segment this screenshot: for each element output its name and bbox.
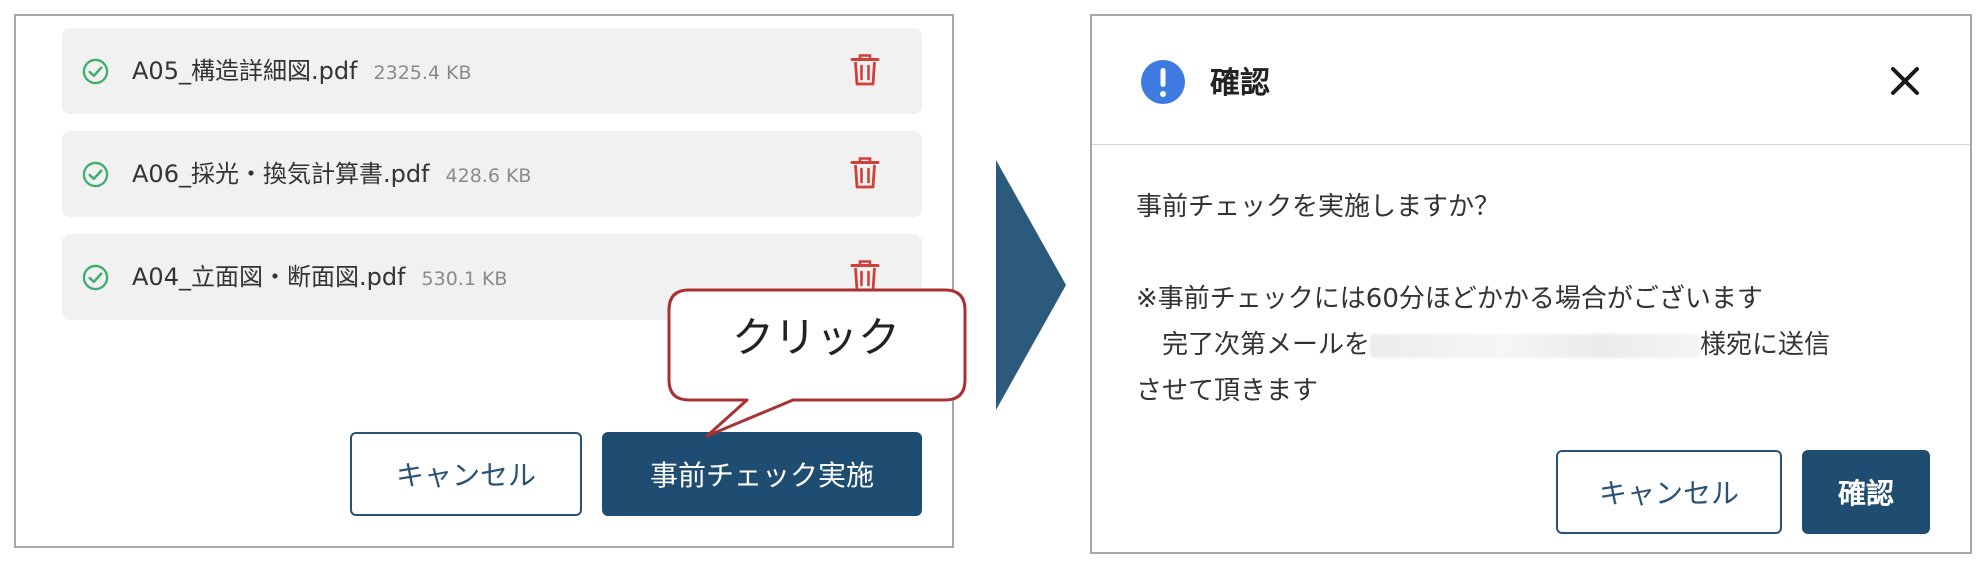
flow-arrow-icon [996,160,1066,410]
dialog-title: 確認 [1210,66,1270,101]
upload-panel: A05_構造詳細図.pdf 2325.4 KB A06_採光・換気計算書.pdf 4… [14,14,954,548]
file-name: A04_立面図・断面図.pdf [132,263,406,291]
check-circle-icon [82,264,109,291]
message-line: 事前チェックを実施しますか？ [1136,192,1501,222]
dialog-confirm-button[interactable]: 確認 [1802,450,1930,534]
message-line: 完了次第メールを 様宛に送信 [1136,330,1831,360]
file-size: 2325.4 KB [373,62,472,84]
cancel-button[interactable]: キャンセル [350,432,582,516]
dialog-cancel-button[interactable]: キャンセル [1556,450,1782,534]
dialog-message: 事前チェックを実施しますか？ ※事前チェックには60分ほどかかる場合がございます… [1136,184,1936,414]
file-size: 428.6 KB [445,165,532,187]
check-circle-icon [82,58,109,85]
trash-icon[interactable] [850,156,880,190]
check-circle-icon [82,161,109,188]
message-line: させて頂きます [1136,376,1319,406]
message-line: ※事前チェックには60分ほどかかる場合がございます [1136,284,1763,314]
dialog-header: 確認 [1092,16,1970,145]
precheck-submit-button[interactable]: 事前チェック実施 [602,432,922,516]
trash-icon[interactable] [850,53,880,87]
redacted-email [1370,333,1701,358]
file-item: A05_構造詳細図.pdf 2325.4 KB [62,28,922,114]
callout-label: クリック [731,313,900,362]
file-name: A06_採光・換気計算書.pdf [132,160,430,188]
close-icon[interactable] [1888,64,1922,98]
file-item: A06_採光・換気計算書.pdf 428.6 KB [62,131,922,217]
file-size: 530.1 KB [421,268,508,290]
info-icon [1141,60,1185,104]
file-name: A05_構造詳細図.pdf [132,57,358,85]
confirm-dialog: 確認 事前チェックを実施しますか？ ※事前チェックには60分ほどかかる場合がござ… [1090,14,1972,554]
